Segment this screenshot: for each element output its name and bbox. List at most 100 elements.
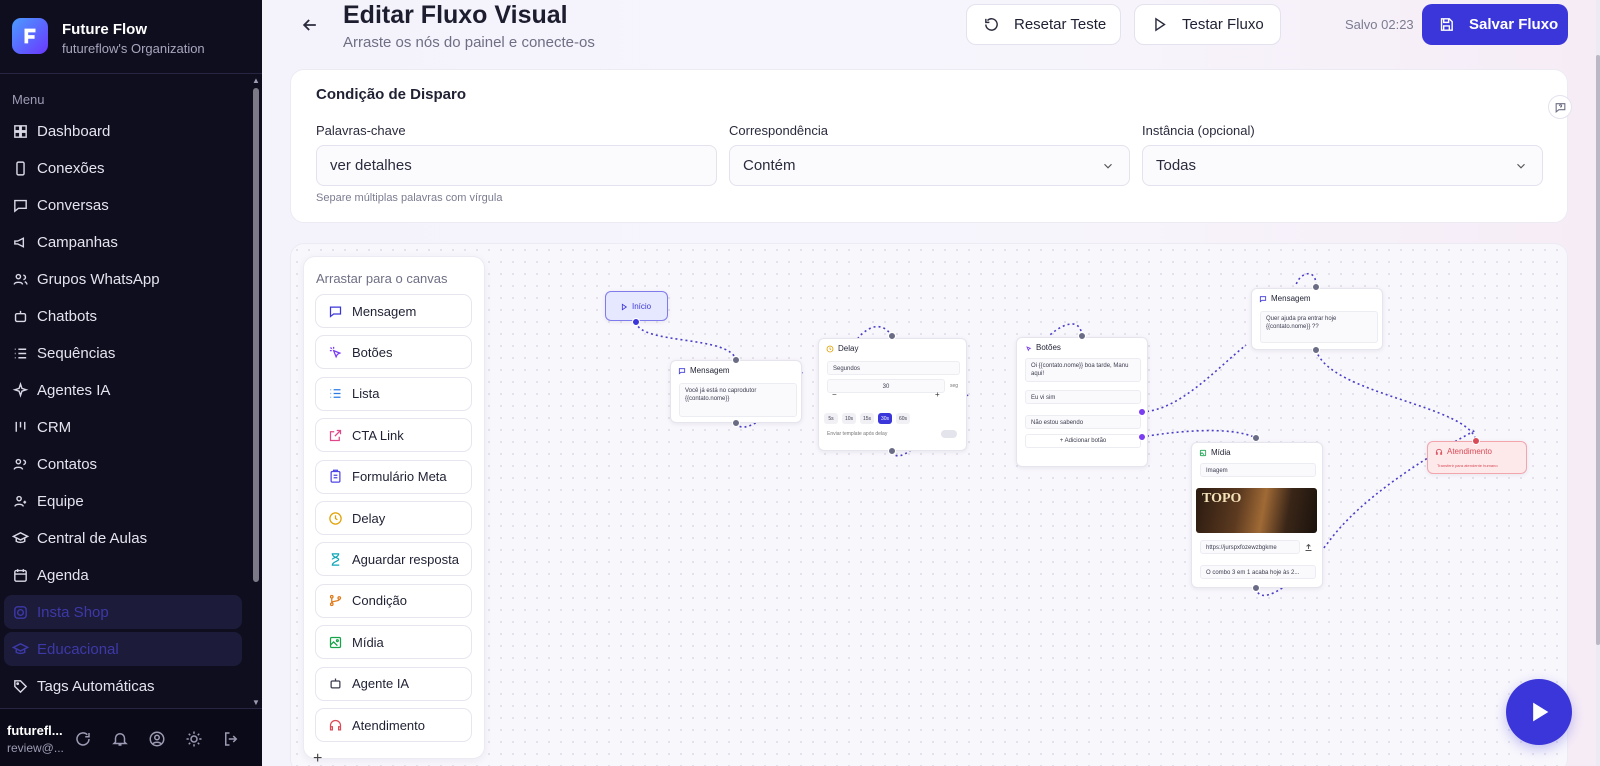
node-message-1[interactable]: Mensagem Você já está no caprodutor {{co…: [670, 360, 802, 423]
delay-preset-5s[interactable]: 5s: [824, 413, 838, 424]
keywords-input[interactable]: ver detalhes: [316, 145, 717, 186]
refresh-icon[interactable]: [74, 730, 92, 748]
sidebar-scroll-thumb[interactable]: [253, 88, 259, 582]
sidebar-item-insta-shop[interactable]: Insta Shop: [4, 595, 242, 629]
node-start-output-handle[interactable]: [632, 318, 640, 326]
media-caption-input[interactable]: O combo 3 em 1 acaba hoje às 2...: [1200, 565, 1316, 579]
sidebar-item-label: Educacional: [37, 640, 119, 658]
sidebar-item-dashboard[interactable]: Dashboard: [4, 114, 242, 148]
list-icon: [14, 348, 27, 358]
scroll-up-icon[interactable]: ▲: [252, 76, 260, 85]
palette-item-botoes[interactable]: Botões: [315, 335, 472, 370]
node-buttons[interactable]: Botões Oi {{contato.nome}} boa tarde, Ma…: [1016, 337, 1148, 467]
logout-icon[interactable]: [222, 730, 240, 748]
keywords-value: ver detalhes: [330, 157, 412, 174]
palette-item-formulario-meta[interactable]: Formulário Meta: [315, 459, 472, 494]
run-flow-button[interactable]: [1506, 679, 1572, 745]
node-support-input-handle[interactable]: [1472, 437, 1480, 445]
brand-name: Future Flow: [62, 21, 147, 38]
sidebar-scrollbar[interactable]: ▲ ▼: [250, 76, 262, 708]
button-option-2-handle[interactable]: [1138, 433, 1146, 441]
node-message-2-input-handle[interactable]: [1312, 283, 1320, 291]
team-icon: [14, 495, 27, 507]
delay-increment-icon[interactable]: +: [935, 390, 940, 399]
instance-select[interactable]: Todas: [1142, 145, 1543, 186]
delay-preset-30s[interactable]: 30s: [878, 413, 892, 424]
palette-item-atendimento[interactable]: Atendimento: [315, 708, 472, 742]
instance-value: Todas: [1156, 157, 1197, 174]
save-flow-button[interactable]: Salvar Fluxo: [1422, 4, 1568, 45]
node-media-output-handle[interactable]: [1252, 584, 1260, 592]
sidebar-item-central-de-aulas[interactable]: Central de Aulas: [4, 521, 242, 555]
palette-item-mensagem[interactable]: Mensagem: [315, 294, 472, 328]
delay-value-stepper[interactable]: 30: [827, 379, 945, 393]
back-arrow-icon[interactable]: [300, 15, 320, 35]
match-select[interactable]: Contém: [729, 145, 1130, 186]
main-scrollbar[interactable]: [1596, 0, 1600, 766]
delay-preset-15s[interactable]: 15s: [860, 413, 874, 424]
palette-item-delay[interactable]: Delay: [315, 501, 472, 535]
delay-preset-60s[interactable]: 60s: [896, 413, 910, 424]
node-message-1-text[interactable]: Você já está no caprodutor {{contato.nom…: [679, 383, 797, 417]
sidebar-item-label: Agentes IA: [37, 381, 111, 399]
media-url-input[interactable]: https://jurspxfozewzbgkme: [1200, 540, 1300, 554]
node-support[interactable]: Atendimento Transferir para atendente hu…: [1427, 441, 1527, 474]
delay-unit-select[interactable]: Segundos: [827, 361, 960, 375]
sidebar-item-educacional[interactable]: Educacional: [4, 632, 242, 666]
palette-item-aguardar-resposta[interactable]: Aguardar resposta: [315, 542, 472, 577]
palette-item-midia[interactable]: Mídia: [315, 625, 472, 660]
sidebar-item-sequencias[interactable]: Sequências: [4, 336, 242, 370]
sidebar-item-chatbots[interactable]: Chatbots: [4, 299, 242, 333]
sidebar-item-crm[interactable]: CRM: [4, 410, 242, 444]
button-option-1-handle[interactable]: [1138, 408, 1146, 416]
test-flow-button[interactable]: Testar Fluxo: [1134, 4, 1281, 45]
node-buttons-input-handle[interactable]: [1078, 332, 1086, 340]
clock-icon: [826, 345, 834, 352]
bell-icon[interactable]: [111, 730, 129, 748]
sidebar-item-tags-automaticas[interactable]: Tags Automáticas: [4, 669, 242, 703]
scroll-down-icon[interactable]: ▼: [252, 698, 260, 707]
phone-icon: [16, 160, 25, 176]
node-buttons-text[interactable]: Oi {{contato.nome}} boa tarde, Manu aqui…: [1025, 358, 1141, 382]
sidebar-item-grupos-whatsapp[interactable]: Grupos WhatsApp: [4, 262, 242, 296]
node-message-2-output-handle[interactable]: [1312, 346, 1320, 354]
help-button[interactable]: [1548, 95, 1572, 119]
node-delay-output-handle[interactable]: [888, 447, 896, 455]
organization-name[interactable]: futureflow's Organization: [62, 41, 205, 56]
button-option-2[interactable]: Não estou sabendo: [1025, 415, 1141, 429]
delay-template-toggle[interactable]: [941, 430, 957, 438]
node-message-1-input-handle[interactable]: [732, 356, 740, 364]
node-delay[interactable]: Delay Segundos 30 seg Enviar template ap…: [818, 338, 967, 451]
delay-decrement-icon[interactable]: −: [832, 390, 837, 399]
palette-item-lista[interactable]: Lista: [315, 376, 472, 411]
zoom-in-icon[interactable]: +: [313, 750, 322, 766]
palette-item-cta-link[interactable]: CTA Link: [315, 418, 472, 453]
sidebar-item-agentes-ia[interactable]: Agentes IA: [4, 373, 242, 407]
palette-title: Arrastar para o canvas: [316, 271, 448, 286]
media-type-select[interactable]: Imagem: [1200, 463, 1316, 477]
sun-icon[interactable]: [185, 730, 203, 748]
node-message-2[interactable]: Mensagem Quer ajuda pra entrar hoje {{co…: [1251, 288, 1383, 350]
node-media-input-handle[interactable]: [1252, 434, 1260, 442]
node-delay-input-handle[interactable]: [888, 332, 896, 340]
reset-test-button[interactable]: Resetar Teste: [966, 4, 1121, 45]
sidebar-item-conexoes[interactable]: Conexões: [4, 151, 242, 185]
node-message-2-text[interactable]: Quer ajuda pra entrar hoje {{contato.nom…: [1260, 311, 1378, 343]
upload-icon[interactable]: [1304, 543, 1313, 552]
palette-item-agente-ia[interactable]: Agente IA: [315, 666, 472, 701]
sidebar-item-campanhas[interactable]: Campanhas: [4, 225, 242, 259]
delay-preset-10s[interactable]: 10s: [842, 413, 856, 424]
node-start[interactable]: Início: [605, 291, 668, 321]
palette-item-condicao[interactable]: Condição: [315, 583, 472, 618]
sidebar-item-conversas[interactable]: Conversas: [4, 188, 242, 222]
user-circle-icon[interactable]: [148, 730, 166, 748]
sidebar-item-agenda[interactable]: Agenda: [4, 558, 242, 592]
sidebar-item-equipe[interactable]: Equipe: [4, 484, 242, 518]
node-message-1-output-handle[interactable]: [732, 419, 740, 427]
page-title: Editar Fluxo Visual: [343, 1, 568, 29]
main-scroll-thumb[interactable]: [1596, 55, 1600, 645]
add-button-button[interactable]: + Adicionar botão: [1025, 434, 1141, 448]
sidebar-item-contatos[interactable]: Contatos: [4, 447, 242, 481]
button-option-1[interactable]: Eu vi sim: [1025, 390, 1141, 404]
node-delay-header: Delay: [826, 344, 858, 353]
